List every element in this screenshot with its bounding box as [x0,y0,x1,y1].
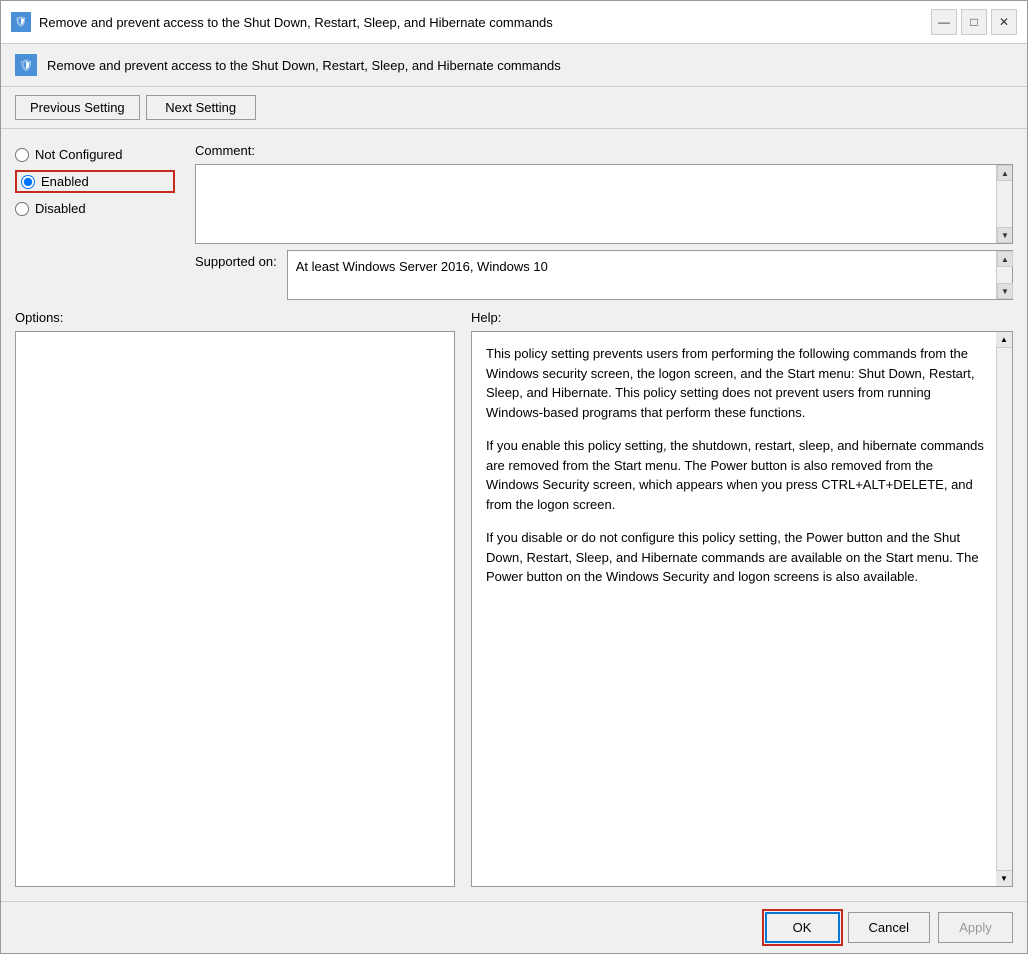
supported-scrollbar: ▲ ▼ [996,251,1012,299]
help-scroll-down[interactable]: ▼ [996,870,1012,886]
help-header: Help: [471,310,1013,325]
comment-scroll-up[interactable]: ▲ [997,165,1013,181]
next-setting-button[interactable]: Next Setting [146,95,256,120]
columns-section: Options: Help: This policy setting preve… [15,310,1013,887]
close-button[interactable]: ✕ [991,9,1017,35]
comment-scroll-down[interactable]: ▼ [997,227,1013,243]
title-bar: 🛡 Remove and prevent access to the Shut … [1,1,1027,44]
help-scrollbar-track: ▲ ▼ [996,332,1012,886]
bottom-buttons: OK Cancel Apply [1,901,1027,953]
supported-scroll-up[interactable]: ▲ [997,251,1013,267]
comment-box: ▲ ▼ [195,164,1013,244]
supported-scroll-down[interactable]: ▼ [997,283,1013,299]
comment-section: Comment: ▲ ▼ Supported on: At least Wind… [195,143,1013,300]
help-box: This policy setting prevents users from … [471,331,1013,887]
help-para-3: If you disable or do not configure this … [486,528,988,587]
help-text: This policy setting prevents users from … [472,332,1012,599]
window-controls: — □ ✕ [931,9,1017,35]
cancel-button[interactable]: Cancel [848,912,930,943]
dialog-header-text: Remove and prevent access to the Shut Do… [47,58,561,73]
window-title: Remove and prevent access to the Shut Do… [39,15,553,30]
comment-textarea[interactable] [196,165,996,243]
options-header: Options: [15,310,455,325]
not-configured-label: Not Configured [35,147,122,162]
not-configured-option[interactable]: Not Configured [15,147,175,162]
window-icon: 🛡 [11,12,31,32]
comment-scrollbar: ▲ ▼ [996,165,1012,243]
disabled-option[interactable]: Disabled [15,201,175,216]
title-bar-left: 🛡 Remove and prevent access to the Shut … [11,12,553,32]
radio-group: Not Configured Enabled Disabled [15,143,175,300]
supported-label: Supported on: [195,250,277,269]
top-section: Not Configured Enabled Disabled Comment: [15,143,1013,300]
supported-value: At least Windows Server 2016, Windows 10 [288,251,1012,282]
ok-button[interactable]: OK [765,912,840,943]
help-column: Help: This policy setting prevents users… [471,310,1013,887]
comment-label: Comment: [195,143,1013,158]
supported-section: Supported on: At least Windows Server 20… [195,250,1013,300]
not-configured-radio[interactable] [15,148,29,162]
help-para-1: This policy setting prevents users from … [486,344,988,422]
previous-setting-button[interactable]: Previous Setting [15,95,140,120]
supported-box: At least Windows Server 2016, Windows 10… [287,250,1013,300]
apply-button[interactable]: Apply [938,912,1013,943]
enabled-wrapper: Enabled [15,170,175,193]
help-scroll-up[interactable]: ▲ [996,332,1012,348]
minimize-button[interactable]: — [931,9,957,35]
main-window: 🛡 Remove and prevent access to the Shut … [0,0,1028,954]
disabled-label: Disabled [35,201,86,216]
enabled-option[interactable]: Enabled [21,174,89,189]
options-box [15,331,455,887]
options-column: Options: [15,310,455,887]
help-para-2: If you enable this policy setting, the s… [486,436,988,514]
enabled-label: Enabled [41,174,89,189]
disabled-radio[interactable] [15,202,29,216]
dialog-icon: 🛡 [15,54,37,76]
dialog-header: 🛡 Remove and prevent access to the Shut … [1,44,1027,87]
content-area: Not Configured Enabled Disabled Comment: [1,129,1027,901]
toolbar: Previous Setting Next Setting [1,87,1027,129]
maximize-button[interactable]: □ [961,9,987,35]
enabled-radio[interactable] [21,175,35,189]
